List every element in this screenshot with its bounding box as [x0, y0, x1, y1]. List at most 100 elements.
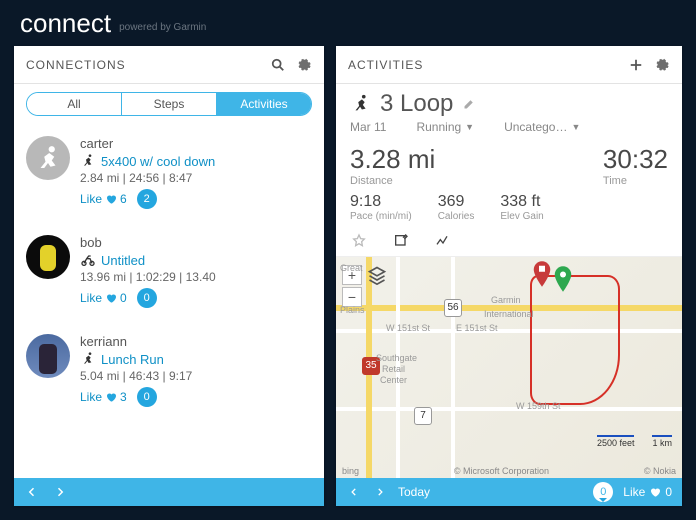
map-scalebar: 2500 feet 1 km [597, 435, 672, 448]
bike-icon [80, 252, 96, 268]
zoom-out-button[interactable]: − [342, 287, 362, 307]
tab-all[interactable]: All [27, 93, 122, 115]
scale-km: 1 km [652, 435, 672, 448]
start-marker-icon [554, 266, 572, 292]
credit-ms: © Microsoft Corporation [454, 466, 549, 476]
comment-button[interactable]: 0 [137, 288, 157, 308]
map-label-w151: W 151st St [386, 323, 430, 333]
layers-icon[interactable] [366, 265, 388, 285]
activity-type-label: Running [416, 120, 461, 134]
pace-value: 9:18 [350, 193, 412, 211]
tab-steps[interactable]: Steps [122, 93, 217, 115]
time-label: Time [603, 175, 668, 187]
activities-title: ACTIVITIES [348, 58, 628, 72]
list-item[interactable]: bob Untitled 13.96 mi | 1:02:29 | 13.40 … [26, 225, 312, 324]
run-icon [80, 351, 96, 367]
run-icon [350, 93, 372, 115]
map-label-retail: Retail [382, 364, 405, 374]
activity-category-label: Uncatego… [504, 120, 567, 134]
calories-label: Calories [438, 211, 475, 222]
feed-activity-title[interactable]: Lunch Run [101, 352, 164, 367]
comment-count: 0 [600, 486, 606, 498]
map-credits: bing © Microsoft Corporation © Nokia [342, 466, 676, 476]
run-icon [80, 153, 96, 169]
map-label-w159: W 159th St [516, 401, 561, 411]
hw-7-shield: 7 [414, 407, 432, 425]
calories-value: 369 [438, 193, 475, 211]
distance-label: Distance [350, 175, 435, 187]
avatar[interactable] [26, 136, 70, 180]
avatar[interactable] [26, 334, 70, 378]
activity-date: Mar 11 [350, 120, 386, 134]
elev-label: Elev Gain [500, 211, 543, 222]
list-item[interactable]: carter 5x400 w/ cool down 2.84 mi | 24:5… [26, 126, 312, 225]
chevron-down-icon: ▼ [571, 122, 580, 132]
map-label-garmin: Garmin [491, 295, 521, 305]
comment-count: 0 [144, 391, 150, 403]
feed-activity-title[interactable]: Untitled [101, 253, 145, 268]
like-label: Like [80, 390, 102, 404]
connections-title: CONNECTIONS [26, 58, 270, 72]
credit-nokia: © Nokia [644, 466, 676, 476]
route-line [530, 275, 620, 405]
time-value: 30:32 [603, 144, 668, 175]
gear-icon[interactable] [654, 57, 670, 73]
map-label-intl: International [484, 309, 534, 319]
comment-button[interactable]: 0 [593, 482, 613, 502]
scale-feet: 2500 feet [597, 435, 635, 448]
list-item[interactable]: kerriann Lunch Run 5.04 mi | 46:43 | 9:1… [26, 324, 312, 423]
graph-icon[interactable] [434, 232, 452, 250]
next-arrow-icon[interactable] [52, 484, 68, 500]
today-label[interactable]: Today [398, 485, 430, 499]
like-button[interactable]: Like 0 [623, 485, 672, 499]
feed-list[interactable]: carter 5x400 w/ cool down 2.84 mi | 24:5… [14, 120, 324, 478]
map-label-southgate: Southgate [376, 353, 417, 363]
feed-stats: 2.84 mi | 24:56 | 8:47 [80, 171, 312, 185]
credit-bing: bing [342, 466, 359, 476]
comment-button[interactable]: 0 [137, 387, 157, 407]
like-button[interactable]: Like 0 [80, 291, 127, 305]
edit-icon[interactable] [392, 232, 410, 250]
pace-label: Pace (min/mi) [350, 211, 412, 222]
feed-stats: 5.04 mi | 46:43 | 9:17 [80, 369, 312, 383]
comment-count: 2 [144, 193, 150, 205]
map-label-great: Great [340, 263, 363, 273]
activity-category-dropdown[interactable]: Uncatego… ▼ [504, 120, 580, 134]
map-label-center: Center [380, 375, 407, 385]
end-marker-icon [533, 261, 551, 287]
feed-user[interactable]: kerriann [80, 334, 312, 349]
search-icon[interactable] [270, 57, 286, 73]
add-icon[interactable] [628, 57, 644, 73]
prev-day-icon[interactable] [346, 484, 362, 500]
feed-user[interactable]: bob [80, 235, 312, 250]
like-count: 0 [665, 485, 672, 499]
like-label: Like [623, 485, 645, 499]
avatar[interactable] [26, 235, 70, 279]
activity-title: 3 Loop [380, 90, 453, 118]
activity-map[interactable]: + − 56 35 7 Great Plains Garmin Internat… [336, 257, 682, 478]
like-count: 0 [120, 291, 127, 305]
right-footer: Today 0 Like 0 [336, 478, 682, 506]
map-label-plains: Plains [340, 305, 365, 315]
feed-activity-title[interactable]: 5x400 w/ cool down [101, 154, 215, 169]
tab-activities[interactable]: Activities [217, 93, 311, 115]
map-label-e151: E 151st St [456, 323, 498, 333]
connections-tabs: All Steps Activities [26, 92, 312, 116]
like-count: 3 [120, 390, 127, 404]
feed-stats: 13.96 mi | 1:02:29 | 13.40 [80, 270, 312, 284]
next-day-icon[interactable] [372, 484, 388, 500]
connections-panel: CONNECTIONS All Steps [14, 46, 324, 506]
star-icon[interactable] [350, 232, 368, 250]
elev-value: 338 ft [500, 193, 543, 211]
like-button[interactable]: Like 3 [80, 390, 127, 404]
activity-type-dropdown[interactable]: Running ▼ [416, 120, 474, 134]
activity-panel: ACTIVITIES 3 Loop [336, 46, 682, 506]
brand-subline: powered by Garmin [119, 22, 206, 33]
pencil-icon[interactable] [461, 96, 477, 112]
comment-button[interactable]: 2 [137, 189, 157, 209]
prev-arrow-icon[interactable] [24, 484, 40, 500]
gear-icon[interactable] [296, 57, 312, 73]
hw-56-shield: 56 [444, 299, 462, 317]
like-button[interactable]: Like 6 [80, 192, 127, 206]
feed-user[interactable]: carter [80, 136, 312, 151]
